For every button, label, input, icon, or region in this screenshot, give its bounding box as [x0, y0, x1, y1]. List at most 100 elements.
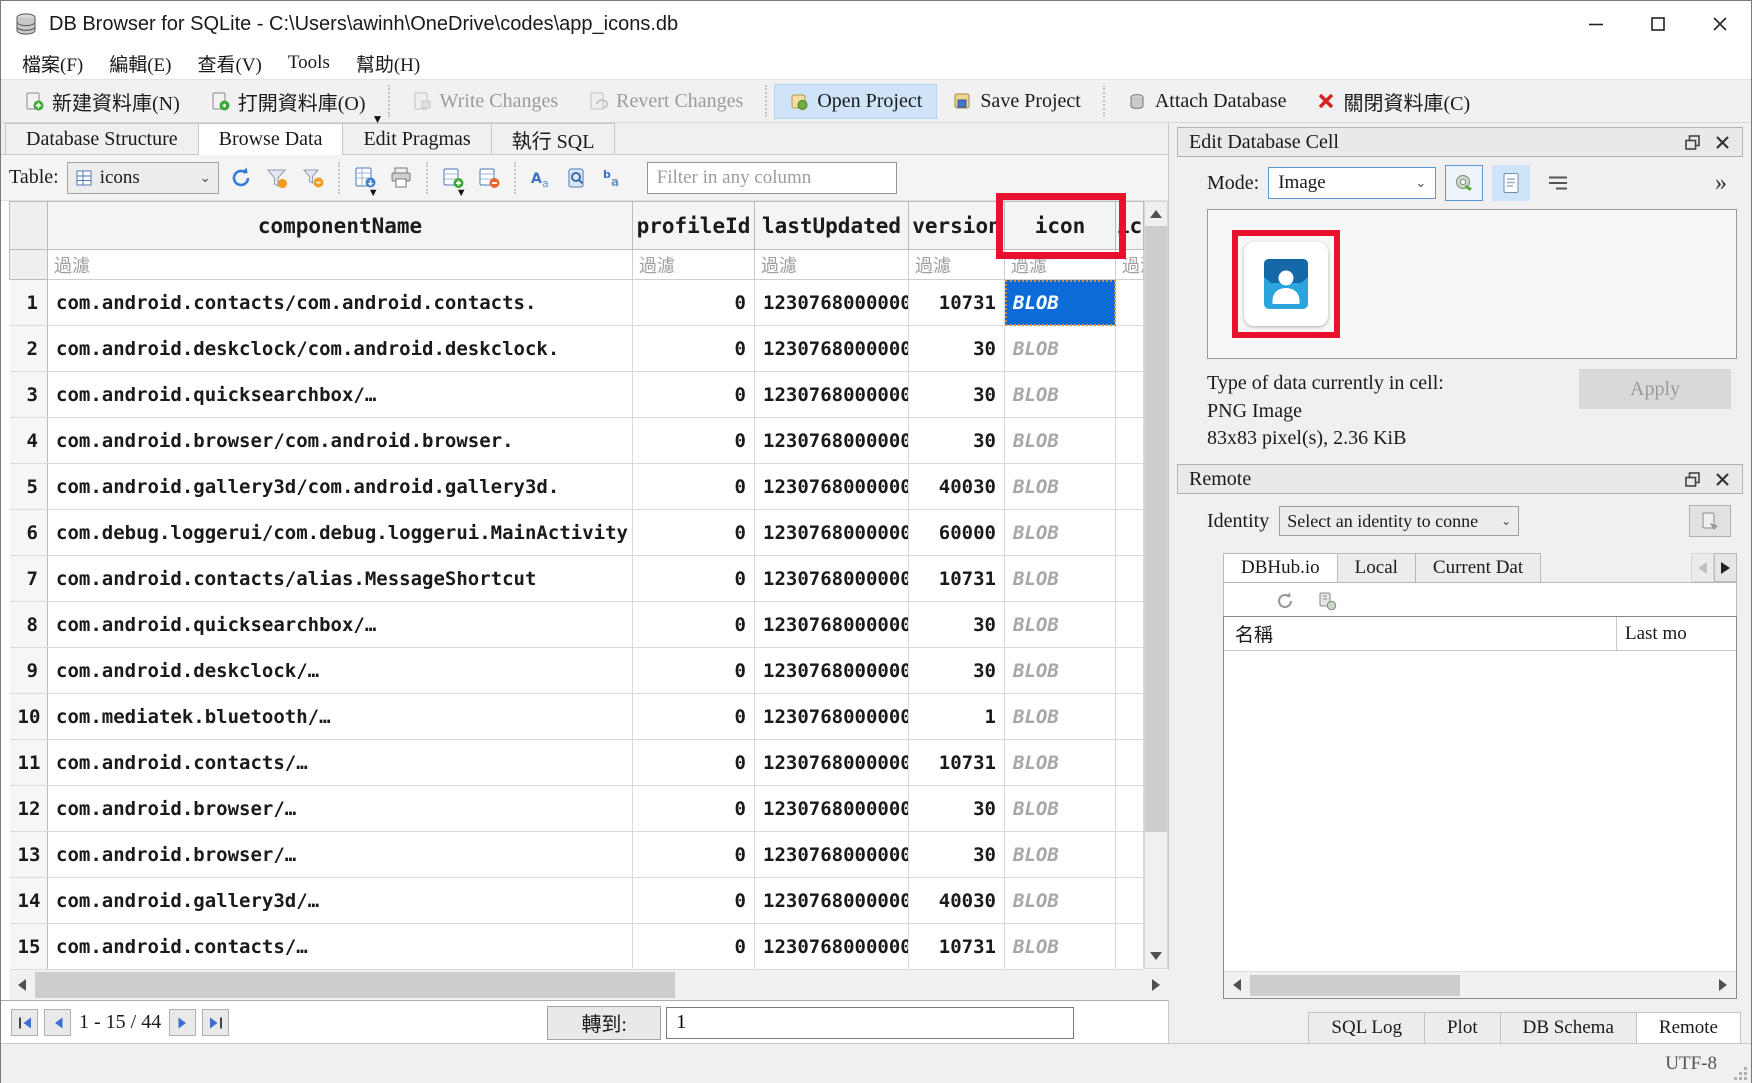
menu-item[interactable]: 編輯(E) [96, 48, 184, 79]
cell-icon-blob[interactable]: BLOB [1005, 464, 1116, 510]
cell-version[interactable]: 10731 [909, 924, 1005, 970]
encoding-label[interactable]: UTF-8 [1665, 1053, 1717, 1075]
cell-profileid[interactable]: 0 [633, 280, 755, 326]
column-header-profileId[interactable]: profileId [633, 202, 755, 250]
cell-version[interactable]: 30 [909, 602, 1005, 648]
open-database-button[interactable]: 打開資料庫(O)▼ [195, 81, 381, 122]
tab-edit-pragmas[interactable]: Edit Pragmas [342, 123, 491, 154]
cell-icon-blob[interactable]: BLOB [1005, 372, 1116, 418]
cell-profileid[interactable]: 0 [633, 418, 755, 464]
cell-partial[interactable] [1116, 326, 1144, 372]
cell-lastupdated[interactable]: 1230768000000 [755, 786, 909, 832]
cell-componentname[interactable]: com.android.quicksearchbox/… [48, 372, 633, 418]
close-database-button[interactable]: 關閉資料庫(C) [1301, 81, 1485, 122]
cell-partial[interactable] [1116, 510, 1144, 556]
table-select[interactable]: icons ⌄ [67, 162, 219, 194]
cell-version[interactable]: 1 [909, 694, 1005, 740]
cell-profileid[interactable]: 0 [633, 648, 755, 694]
filter-funnel-button[interactable] [259, 160, 295, 196]
refresh-button[interactable] [223, 160, 259, 196]
tab-browse-data[interactable]: Browse Data [198, 123, 344, 155]
column-header-icon[interactable]: icon [1005, 202, 1116, 250]
cell-partial[interactable] [1116, 280, 1144, 326]
cell-profileid[interactable]: 0 [633, 740, 755, 786]
save-table-button[interactable]: ▼ [347, 160, 383, 196]
scroll-right-icon[interactable] [1143, 970, 1169, 1000]
cell-lastupdated[interactable]: 1230768000000 [755, 326, 909, 372]
insert-record-button[interactable]: ▼ [435, 160, 471, 196]
cell-partial[interactable] [1116, 786, 1144, 832]
row-number[interactable]: 4 [10, 418, 48, 464]
delete-record-button[interactable] [471, 160, 507, 196]
cell-componentname[interactable]: com.android.deskclock/com.android.deskcl… [48, 326, 633, 372]
cell-version[interactable]: 10731 [909, 556, 1005, 602]
cell-version[interactable]: 60000 [909, 510, 1005, 556]
cell-profileid[interactable]: 0 [633, 878, 755, 924]
scroll-down-icon[interactable] [1145, 944, 1167, 968]
mode-select[interactable]: Image ⌄ [1268, 167, 1436, 199]
window-minimize-button[interactable] [1565, 1, 1627, 47]
filter-input[interactable]: 過濾 [909, 250, 1004, 279]
row-number[interactable]: 8 [10, 602, 48, 648]
row-number[interactable]: 12 [10, 786, 48, 832]
tab--sql[interactable]: 執行 SQL [491, 123, 616, 154]
scroll-right-icon[interactable] [1710, 972, 1736, 998]
cell-partial[interactable] [1116, 372, 1144, 418]
cell-icon-blob[interactable]: BLOB [1005, 280, 1116, 326]
cell-lastupdated[interactable]: 1230768000000 [755, 832, 909, 878]
cell-componentname[interactable]: com.android.contacts/… [48, 740, 633, 786]
cell-lastupdated[interactable]: 1230768000000 [755, 464, 909, 510]
cell-icon-blob[interactable]: BLOB [1005, 648, 1116, 694]
cell-partial[interactable] [1116, 648, 1144, 694]
next-page-button[interactable] [169, 1009, 196, 1036]
row-number[interactable]: 9 [10, 648, 48, 694]
cell-componentname[interactable]: com.android.gallery3d/com.android.galler… [48, 464, 633, 510]
cell-componentname[interactable]: com.android.contacts/… [48, 924, 633, 970]
revert-changes-button[interactable]: Revert Changes [573, 84, 758, 119]
cell-lastupdated[interactable]: 1230768000000 [755, 740, 909, 786]
scroll-up-icon[interactable] [1145, 202, 1167, 226]
remote-tab-local[interactable]: Local [1337, 553, 1416, 582]
cell-lastupdated[interactable]: 1230768000000 [755, 280, 909, 326]
tree-name-column-header[interactable]: 名稱 [1224, 617, 1616, 650]
last-page-button[interactable] [202, 1009, 229, 1036]
cell-profileid[interactable]: 0 [633, 510, 755, 556]
cell-lastupdated[interactable]: 1230768000000 [755, 878, 909, 924]
cell-partial[interactable] [1116, 418, 1144, 464]
cell-icon-blob[interactable]: BLOB [1005, 694, 1116, 740]
cell-icon-blob[interactable]: BLOB [1005, 878, 1116, 924]
menu-item[interactable]: 檔案(F) [9, 48, 96, 79]
tree-scrollbar-thumb[interactable] [1250, 975, 1460, 996]
cell-icon-blob[interactable]: BLOB [1005, 786, 1116, 832]
row-number[interactable]: 15 [10, 924, 48, 970]
cell-partial[interactable] [1116, 832, 1144, 878]
row-number[interactable]: 11 [10, 740, 48, 786]
remote-tree-scrollbar[interactable] [1224, 971, 1736, 998]
dropdown-arrow-icon[interactable]: ▼ [372, 112, 384, 127]
cell-profileid[interactable]: 0 [633, 786, 755, 832]
dock-tab-sql-log[interactable]: SQL Log [1308, 1012, 1425, 1043]
column-header-lastUpdated[interactable]: lastUpdated [755, 202, 909, 250]
cell-componentname[interactable]: com.android.browser/… [48, 832, 633, 878]
cell-icon-blob[interactable]: BLOB [1005, 602, 1116, 648]
apply-button[interactable]: Apply [1579, 369, 1731, 409]
filter-input[interactable]: 過濾 [633, 250, 754, 279]
cell-lastupdated[interactable]: 1230768000000 [755, 924, 909, 970]
cell-version[interactable]: 30 [909, 786, 1005, 832]
push-database-icon[interactable] [1316, 590, 1338, 612]
find-button[interactable] [559, 160, 595, 196]
cell-icon-blob[interactable]: BLOB [1005, 740, 1116, 786]
row-number[interactable]: 6 [10, 510, 48, 556]
cell-icon-blob[interactable]: BLOB [1005, 556, 1116, 602]
identity-select[interactable]: Select an identity to conne ⌄ [1279, 506, 1519, 536]
cell-partial[interactable] [1116, 878, 1144, 924]
row-number[interactable]: 13 [10, 832, 48, 878]
grid-horizontal-scrollbar[interactable] [9, 970, 1169, 1000]
cell-lastupdated[interactable]: 1230768000000 [755, 372, 909, 418]
cell-lastupdated[interactable]: 1230768000000 [755, 510, 909, 556]
cell-lastupdated[interactable]: 1230768000000 [755, 694, 909, 740]
remote-tab-dbhub-io[interactable]: DBHub.io [1223, 553, 1338, 582]
cell-profileid[interactable]: 0 [633, 556, 755, 602]
cell-componentname[interactable]: com.debug.loggerui/com.debug.loggerui.Ma… [48, 510, 633, 556]
dropdown-arrow-icon[interactable]: ▼ [456, 187, 467, 199]
